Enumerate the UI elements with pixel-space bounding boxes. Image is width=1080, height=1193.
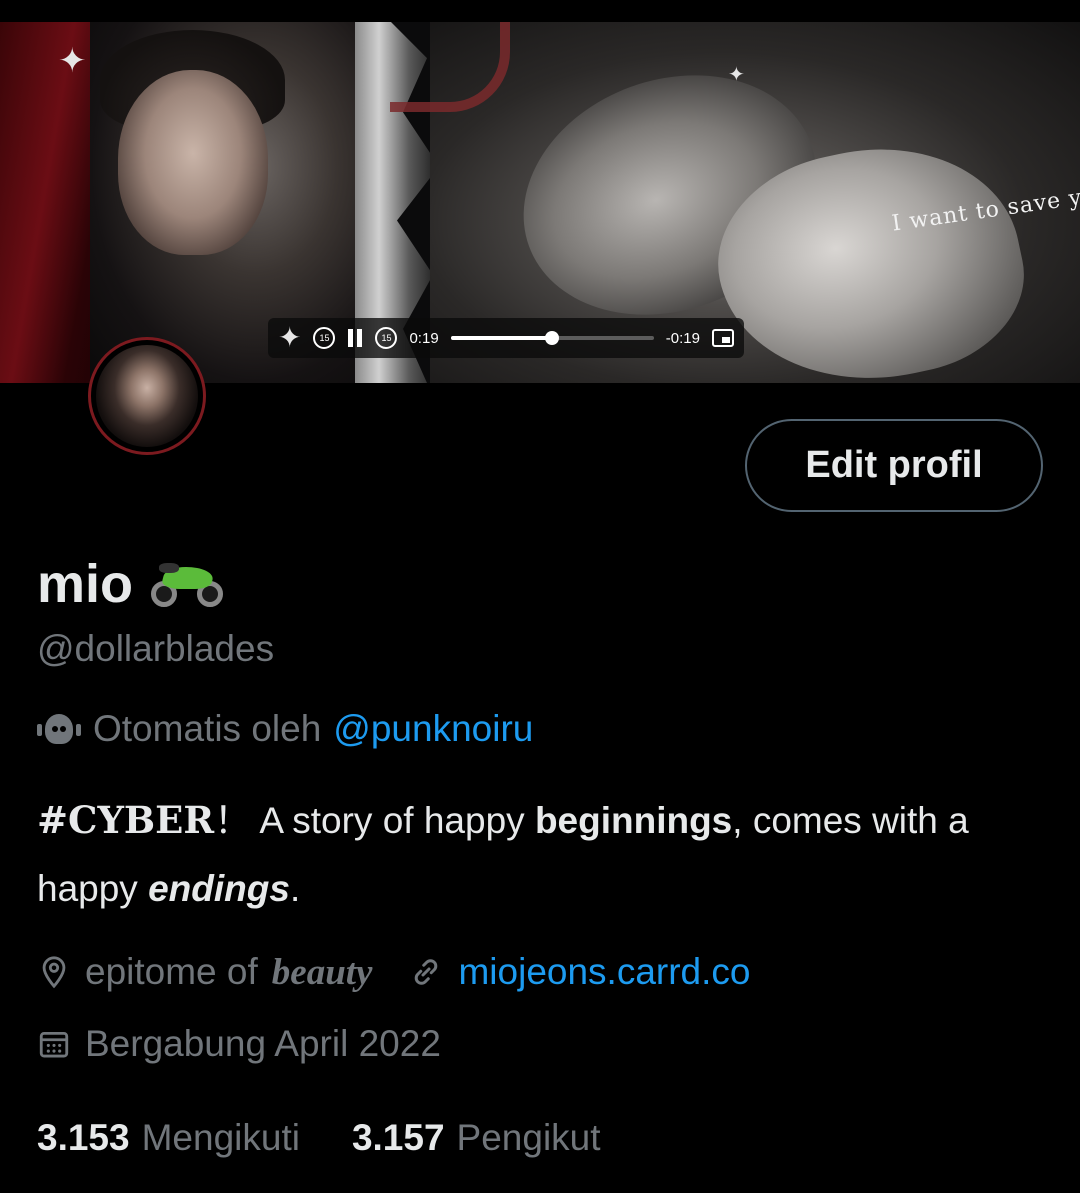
followers-count[interactable]: 3.157 xyxy=(352,1117,445,1159)
calendar-icon xyxy=(39,1031,69,1058)
bio-bold-2: endings xyxy=(148,868,290,909)
followers-label[interactable]: Pengikut xyxy=(457,1117,601,1159)
picture-in-picture-button[interactable] xyxy=(712,329,734,347)
bio-bold-1: beginnings xyxy=(534,800,733,841)
joined-date: Bergabung April 2022 xyxy=(85,1023,441,1064)
avatar[interactable] xyxy=(88,337,206,455)
bio-text-3: . xyxy=(289,868,301,909)
video-scrubber[interactable] xyxy=(450,331,654,345)
bio-exclaim: ！ xyxy=(214,800,252,841)
sparkle-icon: ✦ xyxy=(58,42,87,80)
video-remaining-time: -0:19 xyxy=(665,329,700,347)
sparkle-icon: ✦ xyxy=(278,322,302,353)
pause-button[interactable] xyxy=(347,329,363,347)
video-elapsed-time: 0:19 xyxy=(409,329,439,347)
skip-forward-button[interactable]: 15 xyxy=(375,327,398,349)
skip-back-button[interactable]: 15 xyxy=(313,327,336,349)
profile-bio: #CYBER！ A story of happy beginnings, com… xyxy=(37,786,1047,923)
location-styled-word: beauty xyxy=(271,951,373,993)
sparkle-icon: ✦ xyxy=(728,64,745,86)
display-name: mio xyxy=(37,554,134,614)
website-link[interactable]: miojeons.carrd.co xyxy=(458,951,750,993)
joined-date-row: Bergabung April 2022 xyxy=(37,1018,441,1070)
motorcycle-icon xyxy=(151,561,224,607)
avatar-image xyxy=(96,345,198,447)
automated-by-link[interactable]: @punknoiru xyxy=(333,708,533,750)
banner-top-strip xyxy=(0,0,1080,22)
banner-left-face xyxy=(118,70,268,255)
location-pin-icon xyxy=(42,956,66,989)
profile-meta: epitome of beauty miojeons.carrd.co xyxy=(37,946,787,998)
bot-icon xyxy=(37,712,81,746)
location-prefix: epitome of xyxy=(85,951,258,992)
display-name-row: mio xyxy=(37,552,224,616)
video-controls[interactable]: ✦ 15 15 0:19 -0:19 xyxy=(268,318,744,358)
follow-stats: 3.153 Mengikuti 3.157 Pengikut xyxy=(37,1112,653,1164)
video-progress-fill xyxy=(450,336,553,340)
link-icon xyxy=(415,959,438,985)
banner-overlay-text: I want to save you from your own self xyxy=(890,181,1080,237)
bio-hashtag[interactable]: #CYBER xyxy=(37,798,214,842)
automated-label: Otomatis oleh @punknoiru xyxy=(37,706,533,752)
profile-banner[interactable]: ✦ ✦ I want to save you from your own sel… xyxy=(0,0,1080,383)
username-handle: @dollarblades xyxy=(37,628,275,669)
location-item: epitome of beauty xyxy=(37,951,372,994)
bio-text-1: A story of happy xyxy=(251,800,535,841)
edit-profile-button[interactable]: Edit profil xyxy=(745,419,1043,512)
following-label[interactable]: Mengikuti xyxy=(142,1117,300,1159)
automated-prefix: Otomatis oleh xyxy=(93,708,322,749)
video-scrubber-knob[interactable] xyxy=(545,331,560,345)
website-item[interactable]: miojeons.carrd.co xyxy=(408,951,751,993)
following-count[interactable]: 3.153 xyxy=(37,1117,130,1159)
